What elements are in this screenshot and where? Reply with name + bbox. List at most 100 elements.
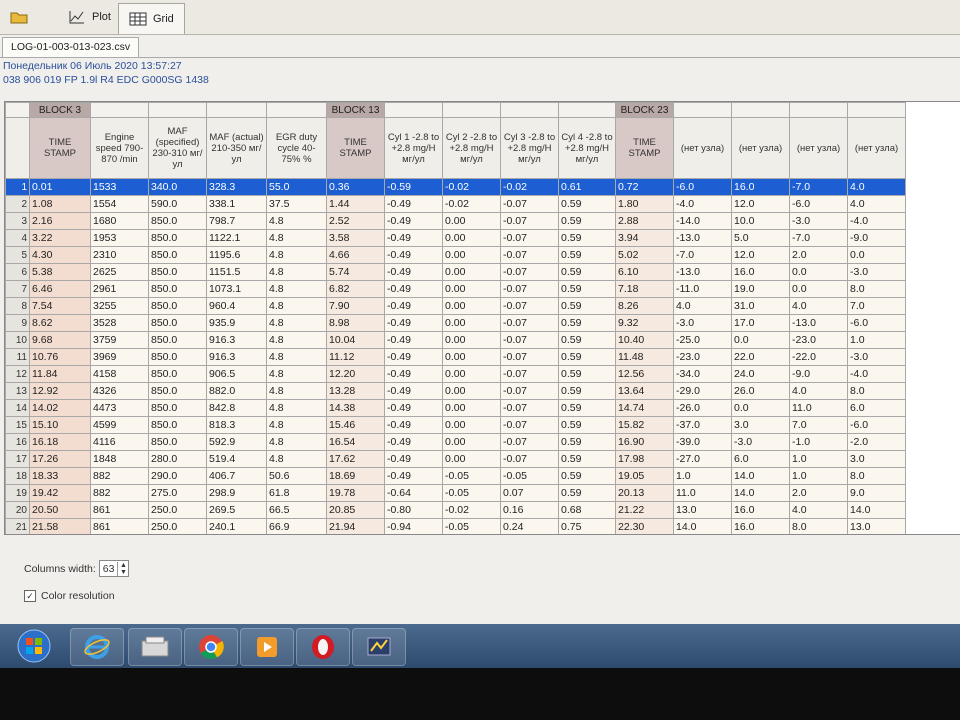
grid-cell[interactable]: 4.8 <box>266 212 327 230</box>
grid-cell[interactable]: 3.0 <box>731 416 790 434</box>
grid-cell[interactable]: 4158 <box>90 365 149 383</box>
grid-cell[interactable]: 21.58 <box>29 518 91 534</box>
grid-cell[interactable]: 5.02 <box>615 246 674 264</box>
grid-cell[interactable]: 850.0 <box>148 382 207 400</box>
grid-cell[interactable]: 4.8 <box>266 246 327 264</box>
grid-cell[interactable]: 61.8 <box>266 484 327 502</box>
grid-cell[interactable]: 66.9 <box>266 518 327 534</box>
grid-cell[interactable]: -23.0 <box>673 348 732 366</box>
grid-cell[interactable]: 18.69 <box>326 467 385 485</box>
grid-cell[interactable]: 24.0 <box>731 365 790 383</box>
table-row[interactable]: 3 2.16 1680 850.0 798.7 4.8 2.52 -0.49 0.00 -0.07… <box>5 212 906 230</box>
table-row[interactable]: 9 8.62 3528 850.0 935.9 4.8 8.98 -0.49 0.00 -0.07… <box>5 314 906 332</box>
grid-cell[interactable]: -11.0 <box>673 280 732 298</box>
grid-cell[interactable]: -6.0 <box>673 178 732 196</box>
grid-cell[interactable]: 0.00 <box>442 297 501 315</box>
grid-cell[interactable]: 0.59 <box>558 297 616 315</box>
grid-cell[interactable]: 3.58 <box>326 229 385 247</box>
grid-cell[interactable]: -0.49 <box>384 280 443 298</box>
table-row[interactable]: 13 12.92 4326 850.0 882.0 4.8 13.28 -0.49 0.00 -0… <box>5 382 906 400</box>
grid-cell[interactable]: -0.49 <box>384 433 443 451</box>
row-number[interactable]: 7 <box>5 280 30 298</box>
grid-cell[interactable]: -3.0 <box>731 433 790 451</box>
grid-cell[interactable]: 4.0 <box>789 501 848 519</box>
grid-cell[interactable]: 4.8 <box>266 416 327 434</box>
columns-width-spinner[interactable]: 63 ▲ ▼ <box>98 560 130 577</box>
grid-cell[interactable]: 1151.5 <box>206 263 267 281</box>
grid-cell[interactable]: 4.8 <box>266 399 327 417</box>
grid-cell[interactable]: 4.8 <box>266 314 327 332</box>
grid-cell[interactable]: 0.59 <box>558 246 616 264</box>
row-number[interactable]: 19 <box>5 484 30 502</box>
color-resolution-checkbox[interactable]: ✓ <box>24 590 36 602</box>
grid-cell[interactable]: 960.4 <box>206 297 267 315</box>
grid-cell[interactable]: 1073.1 <box>206 280 267 298</box>
grid-cell[interactable]: 37.5 <box>266 195 327 213</box>
grid-cell[interactable]: -0.07 <box>500 314 559 332</box>
grid-cell[interactable]: 0.24 <box>500 518 559 534</box>
table-row[interactable]: 8 7.54 3255 850.0 960.4 4.8 7.90 -0.49 0.00 -0.07… <box>5 297 906 315</box>
grid-cell[interactable]: -7.0 <box>673 246 732 264</box>
grid-cell[interactable]: 4116 <box>90 433 149 451</box>
grid-cell[interactable]: -13.0 <box>673 229 732 247</box>
grid-cell[interactable]: 3.94 <box>615 229 674 247</box>
table-row[interactable]: 2 1.08 1554 590.0 338.1 37.5 1.44 -0.49 -0.02 -0.… <box>5 195 906 213</box>
grid-cell[interactable]: 26.0 <box>731 382 790 400</box>
grid-cell[interactable]: -0.02 <box>500 178 559 196</box>
grid-cell[interactable]: 2961 <box>90 280 149 298</box>
grid-cell[interactable]: 3969 <box>90 348 149 366</box>
grid-cell[interactable]: -13.0 <box>789 314 848 332</box>
grid-cell[interactable]: 850.0 <box>148 365 207 383</box>
table-row[interactable]: 10 9.68 3759 850.0 916.3 4.8 10.04 -0.49 0.00 -0.… <box>5 331 906 349</box>
grid-cell[interactable]: -0.49 <box>384 263 443 281</box>
grid-cell[interactable]: 850.0 <box>148 433 207 451</box>
grid-cell[interactable]: 0.07 <box>500 484 559 502</box>
grid-cell[interactable]: 16.0 <box>731 263 790 281</box>
grid-cell[interactable]: -3.0 <box>789 212 848 230</box>
grid-cell[interactable]: 2.88 <box>615 212 674 230</box>
grid-cell[interactable]: 0.36 <box>326 178 385 196</box>
grid-cell[interactable]: 8.0 <box>847 467 906 485</box>
grid-cell[interactable]: 19.05 <box>615 467 674 485</box>
table-row[interactable]: 4 3.22 1953 850.0 1122.1 4.8 3.58 -0.49 0.00 -0.0… <box>5 229 906 247</box>
grid-cell[interactable]: 7.0 <box>789 416 848 434</box>
table-row[interactable]: 1 0.01 1533 340.0 328.3 55.0 0.36 -0.59 -0.02 -0.… <box>5 178 906 196</box>
grid-cell[interactable]: -0.02 <box>442 178 501 196</box>
grid-cell[interactable]: 1.0 <box>847 331 906 349</box>
grid-cell[interactable]: 4.8 <box>266 433 327 451</box>
grid-cell[interactable]: 14.0 <box>673 518 732 534</box>
grid-cell[interactable]: 20.50 <box>29 501 91 519</box>
grid-cell[interactable]: -0.49 <box>384 348 443 366</box>
grid-cell[interactable]: 0.72 <box>615 178 674 196</box>
grid-cell[interactable]: 21.22 <box>615 501 674 519</box>
row-number[interactable]: 8 <box>5 297 30 315</box>
grid-cell[interactable]: -0.49 <box>384 195 443 213</box>
grid-cell[interactable]: 1.44 <box>326 195 385 213</box>
chrome-icon[interactable] <box>184 628 238 666</box>
row-number[interactable]: 18 <box>5 467 30 485</box>
grid-cell[interactable]: 850.0 <box>148 297 207 315</box>
grid-cell[interactable]: 0.75 <box>558 518 616 534</box>
table-row[interactable]: 12 11.84 4158 850.0 906.5 4.8 12.20 -0.49 0.00 -0… <box>5 365 906 383</box>
grid-cell[interactable]: -0.07 <box>500 382 559 400</box>
row-number[interactable]: 2 <box>5 195 30 213</box>
grid-cell[interactable]: 338.1 <box>206 195 267 213</box>
grid-cell[interactable]: 2.0 <box>789 246 848 264</box>
grid-cell[interactable]: 7.90 <box>326 297 385 315</box>
grid-cell[interactable]: -13.0 <box>673 263 732 281</box>
grid-cell[interactable]: -3.0 <box>847 263 906 281</box>
grid-cell[interactable]: -0.07 <box>500 331 559 349</box>
color-resolution-option[interactable]: ✓ Color resolution <box>24 590 115 602</box>
grid-cell[interactable]: 7.18 <box>615 280 674 298</box>
column-header[interactable]: Cyl 2 -2.8 to +2.8 mg/H мг/ул <box>442 117 501 179</box>
grid-cell[interactable]: -34.0 <box>673 365 732 383</box>
grid-cell[interactable]: -0.07 <box>500 433 559 451</box>
grid-cell[interactable]: 13.0 <box>673 501 732 519</box>
grid-cell[interactable]: 2310 <box>90 246 149 264</box>
grid-cell[interactable]: 0.00 <box>442 416 501 434</box>
column-header[interactable]: MAF (specified) 230-310 мг/ул <box>148 117 207 179</box>
grid-cell[interactable]: 1848 <box>90 450 149 468</box>
grid-cell[interactable]: 17.62 <box>326 450 385 468</box>
grid-cell[interactable]: 8.26 <box>615 297 674 315</box>
grid-cell[interactable]: 9.68 <box>29 331 91 349</box>
